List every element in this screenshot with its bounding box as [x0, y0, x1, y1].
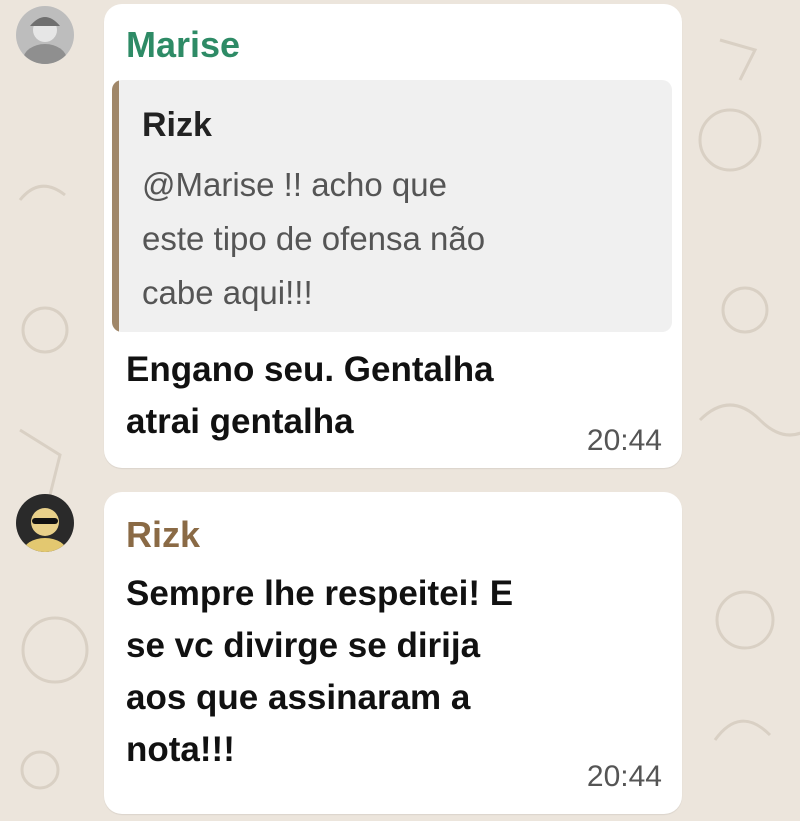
- message-text: Engano seu. Gentalha atrai gentalha: [126, 350, 494, 441]
- message-sender: Rizk: [126, 514, 201, 555]
- message-time: 20:44: [586, 760, 662, 793]
- message-sender: Marise: [126, 24, 241, 65]
- message-time: 20:44: [586, 424, 662, 457]
- user-avatar-marise[interactable]: [16, 6, 74, 64]
- quoted-message[interactable]: Rizk @Marise !! acho que este tipo de of…: [112, 80, 672, 332]
- user-avatar-rizk[interactable]: [16, 494, 74, 552]
- quoted-text: @Marise !! acho que este tipo de ofensa …: [142, 166, 486, 311]
- message-text: Sempre lhe respeitei! E se vc divirge se…: [126, 574, 514, 769]
- message-bubble[interactable]: Marise Rizk @Marise !! acho que este tip…: [104, 4, 682, 468]
- quote-bar: [112, 80, 119, 332]
- message-bubble[interactable]: Rizk Sempre lhe respeitei! E se vc divir…: [104, 492, 682, 814]
- quoted-author: Rizk: [142, 106, 212, 144]
